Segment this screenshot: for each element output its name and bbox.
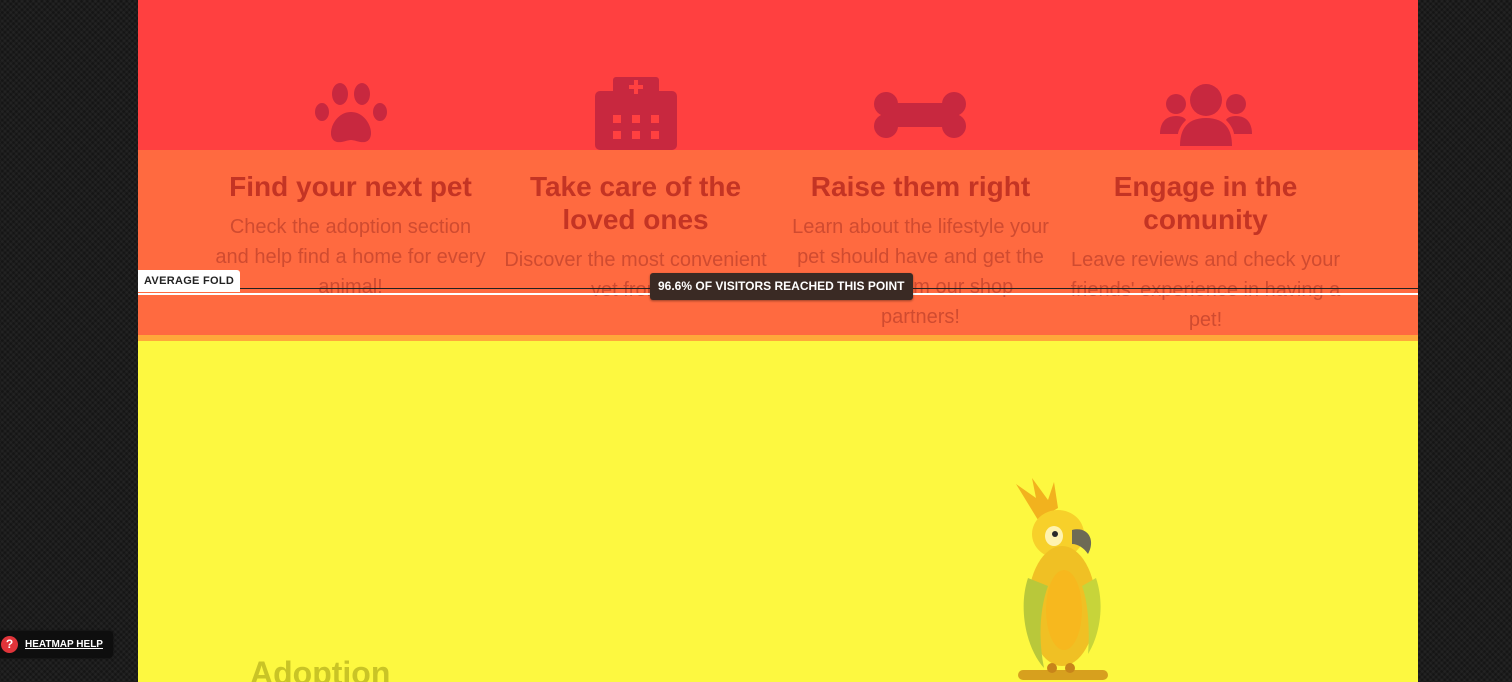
users-icon xyxy=(1160,84,1252,146)
feature-text-line: friends' experience in having a xyxy=(1070,279,1341,301)
feature-text-line: Check the adoption section xyxy=(229,216,472,238)
feature-text-line: animal! xyxy=(318,276,383,298)
feature-text-line: and help find a home for every xyxy=(215,246,486,268)
heatmap-page: Find your next pet Check the adoption se… xyxy=(138,0,1418,682)
adoption-heading: Adoption xyxy=(250,655,391,682)
heat-band-cool xyxy=(138,341,1418,682)
visitors-reached-tooltip: 96.6% OF VISITORS REACHED THIS POINT xyxy=(650,273,913,300)
feature-text-line: Learn about the lifestyle your xyxy=(792,216,1049,238)
feature-title: loved ones xyxy=(562,204,709,235)
bone-icon xyxy=(874,92,966,138)
hospital-icon xyxy=(595,77,677,150)
feature-title: comunity xyxy=(1143,204,1268,235)
average-fold-label: AVERAGE FOLD xyxy=(138,270,241,292)
parrot-illustration xyxy=(1016,478,1108,680)
feature-text-line: pet! xyxy=(1188,309,1223,331)
help-icon: ? xyxy=(1,636,18,653)
feature-text-line: pet should have and get the xyxy=(797,246,1044,268)
feature-title: Find your next pet xyxy=(229,171,472,202)
feature-title: Engage in the xyxy=(1113,171,1298,202)
heatmap-help-link[interactable]: HEATMAP HELP xyxy=(25,639,103,650)
feature-text-line: Discover the most convenient xyxy=(504,249,767,271)
feature-text-line: Leave reviews and check your xyxy=(1070,249,1341,271)
feature-title: Raise them right xyxy=(810,171,1031,202)
heatmap-help-button[interactable]: ? HEATMAP HELP xyxy=(0,631,113,658)
feature-text-line: partners! xyxy=(881,306,960,328)
feature-title: Take care of the xyxy=(529,171,742,202)
paw-icon xyxy=(315,83,387,143)
